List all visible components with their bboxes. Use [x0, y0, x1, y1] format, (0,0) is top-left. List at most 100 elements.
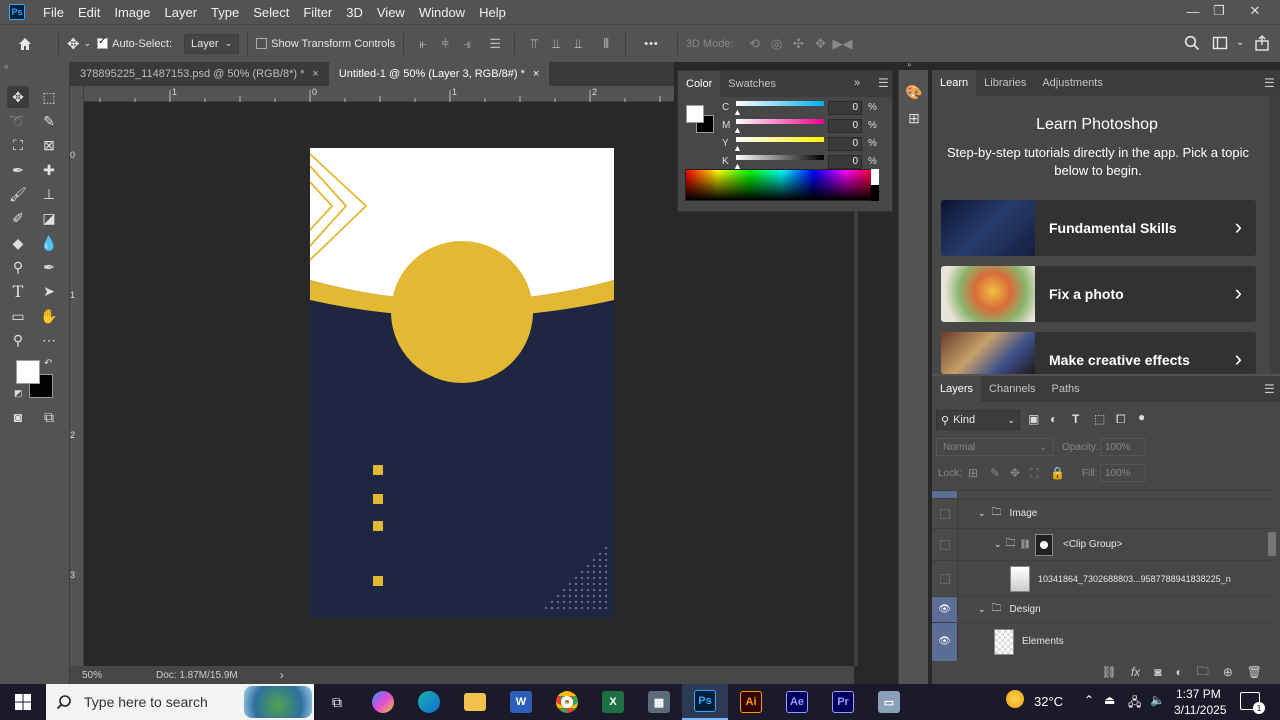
temperature[interactable]: 32°C — [1034, 694, 1063, 709]
crop-tool-icon[interactable]: ⛶ — [7, 134, 29, 156]
adjustment-layer-icon[interactable]: ◐ — [1175, 665, 1182, 679]
eraser-tool-icon[interactable]: ◪ — [38, 207, 60, 229]
adjustment-filter-icon[interactable]: ◐ — [1050, 412, 1057, 426]
slider-handle-icon[interactable]: ▲ — [733, 143, 742, 153]
menu-filter[interactable]: Filter — [303, 5, 332, 20]
panel-menu-icon[interactable]: ☰ — [878, 76, 889, 90]
app-generic-icon[interactable]: ▭ — [866, 684, 912, 720]
stamp-tool-icon[interactable]: ⊥ — [38, 183, 60, 205]
clock-time[interactable]: 1:37 PM — [1176, 687, 1221, 701]
menu-type[interactable]: Type — [211, 5, 239, 20]
swap-colors-icon[interactable]: ↶ — [44, 358, 52, 369]
windows-start-icon[interactable] — [0, 684, 46, 720]
channel-value-input[interactable]: 0 — [828, 101, 862, 115]
calculator-icon[interactable]: ▦ — [636, 684, 682, 720]
status-menu-arrow[interactable]: › — [280, 668, 284, 682]
align-top-icon[interactable]: ⫪ — [523, 36, 545, 52]
slider-handle-icon[interactable]: ▲ — [733, 107, 742, 117]
paint-bucket-tool-icon[interactable]: ◆ — [7, 232, 29, 254]
tab-adjustments[interactable]: Adjustments — [1034, 70, 1111, 96]
fx-icon[interactable]: fx — [1131, 665, 1140, 679]
channel-slider[interactable] — [736, 101, 824, 106]
illustrator-icon[interactable]: Ai — [728, 684, 774, 720]
filter-toggle-icon[interactable]: ● — [1138, 410, 1145, 424]
fill-input[interactable]: 100% — [1100, 464, 1146, 482]
pixel-filter-icon[interactable]: ▣ — [1028, 412, 1039, 426]
zoom-tool-icon[interactable]: ⚲ — [7, 329, 29, 351]
pen-tool-icon[interactable]: ✒ — [38, 256, 60, 278]
slide-3d-icon[interactable]: ✥ — [810, 36, 832, 52]
link-icon[interactable]: ⛓ — [1020, 539, 1031, 550]
menu-layer[interactable]: Layer — [165, 5, 198, 20]
close-tab-icon[interactable]: × — [312, 68, 318, 80]
align-hcenter-icon[interactable]: ⫩ — [434, 36, 456, 52]
distribute-icon[interactable]: ☰ — [484, 36, 506, 52]
palette-icon[interactable]: 🎨 — [904, 82, 924, 102]
tab-paths[interactable]: Paths — [1044, 376, 1088, 402]
notification-icon[interactable]: 1 — [1240, 692, 1265, 714]
auto-select-dropdown[interactable]: Layer ⌄ — [184, 33, 240, 54]
network-icon[interactable]: 🖧 — [1128, 693, 1141, 714]
orbit-3d-icon[interactable]: ⟲ — [744, 36, 766, 52]
mask-thumbnail[interactable] — [1034, 533, 1053, 556]
link-layers-icon[interactable]: ⛓ — [1102, 665, 1117, 679]
foreground-color-swatch[interactable] — [16, 360, 40, 384]
add-mask-icon[interactable]: ◙ — [1154, 665, 1161, 679]
path-selection-tool-icon[interactable]: ➤ — [38, 280, 60, 302]
swatches-grid-icon[interactable]: ⊞ — [904, 108, 924, 128]
slider-handle-icon[interactable]: ▲ — [733, 125, 742, 135]
fg-color-preview[interactable] — [686, 105, 704, 123]
auto-select-checkbox[interactable] — [97, 36, 109, 49]
premiere-icon[interactable]: Pr — [820, 684, 866, 720]
chrome-icon[interactable] — [544, 684, 590, 720]
move-tool-icon[interactable]: ✥ — [67, 35, 80, 53]
edge-icon[interactable] — [406, 684, 452, 720]
lock-position-icon[interactable]: ✥ — [1010, 466, 1020, 480]
smart-object-filter-icon[interactable]: ⧠ — [1116, 412, 1126, 427]
taskbar-search-box[interactable]: Type here to search — [46, 684, 314, 720]
panel-menu-icon[interactable]: ☰ — [1264, 76, 1275, 90]
word-icon[interactable]: W — [498, 684, 544, 720]
drag-3d-icon[interactable]: ✣ — [788, 36, 810, 52]
after-effects-icon[interactable]: Ae — [774, 684, 820, 720]
collapse-toolbar-icon[interactable]: « — [4, 62, 8, 71]
more-tools-icon[interactable]: ⋯ — [38, 329, 60, 351]
channel-slider[interactable] — [736, 119, 824, 124]
lock-transparent-icon[interactable]: ⊞ — [968, 466, 978, 480]
white-swatch[interactable] — [871, 169, 879, 185]
type-filter-icon[interactable]: T — [1072, 412, 1079, 426]
align-bottom-icon[interactable]: ⫫ — [567, 36, 589, 52]
show-transform-checkbox[interactable] — [256, 38, 268, 49]
close-icon[interactable]: ✕ — [1238, 0, 1272, 22]
menu-view[interactable]: View — [377, 5, 405, 20]
close-tab-icon[interactable]: × — [533, 68, 539, 80]
volume-icon[interactable]: 🔈 — [1150, 693, 1165, 707]
hand-tool-icon[interactable]: ✋ — [38, 305, 60, 327]
menu-file[interactable]: File — [43, 5, 64, 20]
frame-tool-icon[interactable]: ⊠ — [38, 134, 60, 156]
file-explorer-icon[interactable] — [452, 684, 498, 720]
channel-slider[interactable] — [736, 155, 824, 160]
layers-scrollbar-thumb[interactable] — [1268, 532, 1276, 556]
black-swatch[interactable] — [871, 185, 879, 201]
layer-row-design-group[interactable]: 👁 ⌄ 🗀 Design — [932, 596, 1272, 623]
restore-icon[interactable]: ❐ — [1202, 0, 1236, 22]
excel-icon[interactable]: X — [590, 684, 636, 720]
weather-icon[interactable] — [1006, 690, 1024, 708]
layer-row-partial[interactable] — [932, 490, 1272, 499]
visibility-toggle[interactable] — [932, 528, 958, 561]
tab-color[interactable]: Color — [678, 71, 721, 97]
history-brush-tool-icon[interactable]: ✐ — [7, 207, 29, 229]
tab-document-psd[interactable]: 378895225_11487153.psd @ 50% (RGB/8*) * … — [70, 62, 329, 86]
brush-tool-icon[interactable]: 🖌 — [7, 183, 29, 205]
tab-document-untitled[interactable]: Untitled-1 @ 50% (Layer 3, RGB/8#) * × — [328, 62, 550, 86]
clock-date[interactable]: 3/11/2025 — [1174, 703, 1227, 717]
lock-image-icon[interactable]: ✎ — [990, 466, 1000, 480]
chevron-down-icon[interactable]: ⌄ — [994, 539, 1002, 550]
task-view-icon[interactable]: ⧉ — [314, 684, 360, 720]
screen-mode-icon[interactable]: ⧉ — [38, 406, 60, 428]
new-group-icon[interactable]: 🗀 — [1197, 662, 1209, 683]
delete-layer-icon[interactable]: 🗑 — [1247, 665, 1262, 679]
layer-row-clip-group[interactable]: ⌄ 🗀 ⛓ <Clip Group> — [932, 528, 1272, 561]
type-tool-icon[interactable]: T — [7, 280, 29, 302]
